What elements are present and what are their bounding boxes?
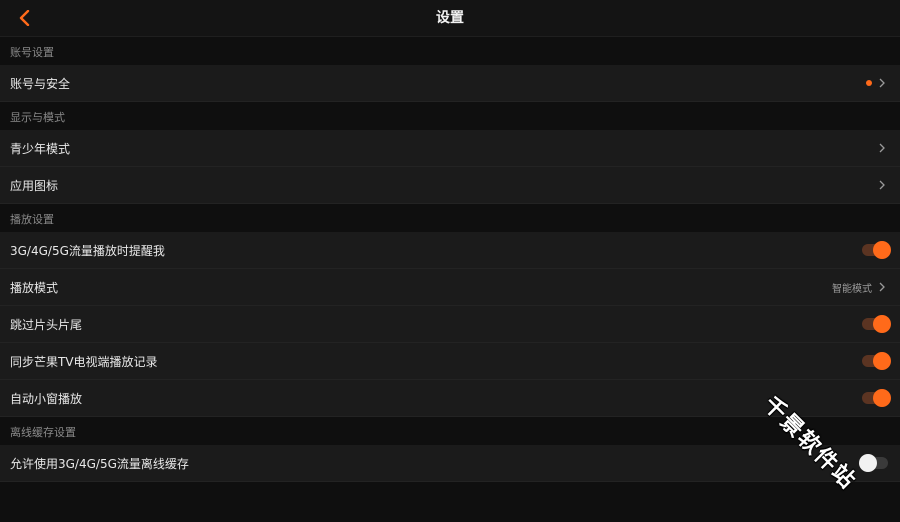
row-label: 自动小窗播放 xyxy=(10,391,83,406)
top-bar: 设置 xyxy=(0,0,900,37)
row-cellular-cache: 允许使用3G/4G/5G流量离线缓存 xyxy=(0,445,900,482)
section-header-account: 账号设置 xyxy=(0,37,900,65)
row-account-security[interactable]: 账号与安全 xyxy=(0,65,900,102)
row-label: 青少年模式 xyxy=(10,141,71,156)
row-teen-mode[interactable]: 青少年模式 xyxy=(0,130,900,167)
chevron-right-icon xyxy=(878,282,886,292)
section-header-offline-cache: 离线缓存设置 xyxy=(0,417,900,445)
skip-intro-toggle[interactable] xyxy=(862,315,891,333)
row-playback-mode[interactable]: 播放模式 智能模式 xyxy=(0,269,900,306)
section-header-playback: 播放设置 xyxy=(0,204,900,232)
row-label: 应用图标 xyxy=(10,178,59,193)
cellular-cache-toggle[interactable] xyxy=(859,454,888,472)
row-skip-intro: 跳过片头片尾 xyxy=(0,306,900,343)
row-sync-tv-history: 同步芒果TV电视端播放记录 xyxy=(0,343,900,380)
notification-dot xyxy=(866,80,872,86)
row-label: 播放模式 xyxy=(10,280,59,295)
sync-tv-history-toggle[interactable] xyxy=(862,352,891,370)
row-label: 3G/4G/5G流量播放时提醒我 xyxy=(10,243,165,258)
playback-mode-value: 智能模式 xyxy=(832,283,872,295)
row-label: 跳过片头片尾 xyxy=(10,317,83,332)
section-header-display: 显示与模式 xyxy=(0,102,900,130)
chevron-right-icon xyxy=(878,143,886,153)
row-auto-mini-player: 自动小窗播放 xyxy=(0,380,900,417)
page-title: 设置 xyxy=(436,10,464,26)
row-label: 允许使用3G/4G/5G流量离线缓存 xyxy=(10,456,189,471)
chevron-right-icon xyxy=(878,78,886,88)
row-label: 同步芒果TV电视端播放记录 xyxy=(10,354,158,369)
row-cellular-reminder: 3G/4G/5G流量播放时提醒我 xyxy=(0,232,900,269)
chevron-right-icon xyxy=(878,180,886,190)
row-label: 账号与安全 xyxy=(10,76,71,91)
cellular-reminder-toggle[interactable] xyxy=(862,241,891,259)
row-app-icon[interactable]: 应用图标 xyxy=(0,167,900,204)
auto-mini-player-toggle[interactable] xyxy=(862,389,891,407)
